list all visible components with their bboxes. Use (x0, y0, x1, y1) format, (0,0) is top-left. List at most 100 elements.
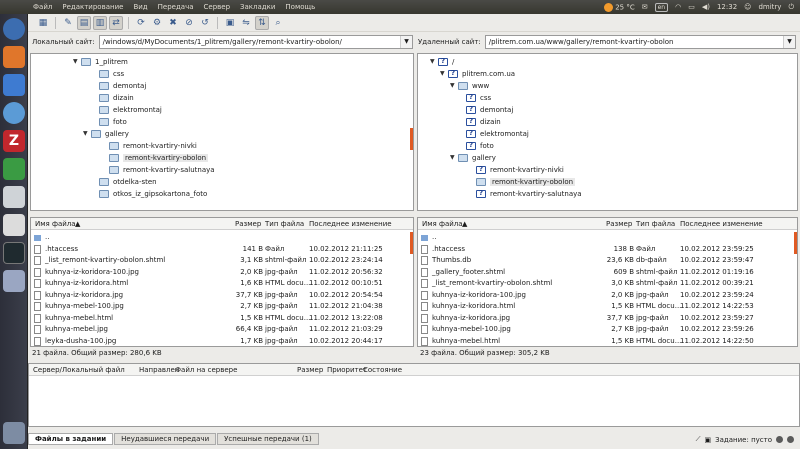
tree-node[interactable]: otkos_iz_gipsokartona_foto (91, 188, 207, 199)
tree-node[interactable]: foto (458, 140, 494, 151)
column-direction[interactable]: Направлен (139, 366, 179, 374)
tree-node-selected[interactable]: remont-kvartiry-obolon (101, 152, 209, 163)
power-icon[interactable]: ⏻ (788, 3, 794, 12)
wifi-icon[interactable]: ◠ (675, 3, 681, 11)
column-server-local-file[interactable]: Сервер/Локальный файл (33, 366, 125, 374)
transfer-queue-icon[interactable]: ⇄ (109, 15, 123, 30)
file-row[interactable]: kuhnya-mebel.html 1,5 KB HTML docu... 11.02… (31, 313, 413, 325)
menu-server[interactable]: Сервер (199, 3, 236, 11)
chevron-down-icon[interactable]: ▼ (400, 36, 412, 48)
tree-node[interactable]: foto (91, 116, 127, 127)
tree-node[interactable]: demontaj (458, 104, 513, 115)
file-row[interactable]: kuhnya-iz-koridora.html 1,6 KB HTML docu..… (31, 278, 413, 290)
remote-directory-tree[interactable]: ▼/ ▼plitrem.com.ua ▼www css demontaj diz… (417, 53, 798, 211)
file-row[interactable]: kuhnya-mebel-100.jpg 2,7 KB jpg-файл 11.02.… (31, 301, 413, 313)
settings-icon[interactable] (3, 214, 25, 236)
expand-icon[interactable]: ▼ (73, 58, 81, 65)
file-row[interactable]: kuhnya-iz-koridora.html 1,5 KB HTML docu..… (418, 301, 797, 313)
process-queue-icon[interactable]: ⚙ (150, 16, 164, 30)
weather-indicator[interactable]: 25 °C (604, 2, 635, 12)
tab-successful-transfers[interactable]: Успешные передачи (1) (217, 433, 319, 445)
chevron-down-icon[interactable]: ▼ (783, 36, 795, 48)
home-icon[interactable] (3, 18, 25, 40)
column-size[interactable]: Размер (606, 220, 632, 228)
column-status[interactable]: Состояние (363, 366, 402, 374)
local-tree-icon[interactable]: ▤ (77, 15, 91, 30)
sync-browse-icon[interactable]: ⇅ (255, 15, 269, 30)
tree-node[interactable]: css (91, 68, 124, 79)
disconnect-icon[interactable]: ⊘ (182, 16, 196, 30)
local-file-list[interactable]: Имя файла ▲ Размер Тип файла Последнее и… (30, 217, 414, 347)
file-row[interactable]: kuhnya-iz-koridora-100.jpg 2,0 KB jpg-файл… (31, 267, 413, 279)
refresh-icon[interactable]: ⟳ (134, 16, 148, 30)
menu-help[interactable]: Помощь (280, 3, 320, 11)
column-size[interactable]: Размер (297, 366, 323, 374)
file-row[interactable]: kuhnya-mebel-100.jpg 2,7 KB jpg-файл 10.02.… (418, 324, 797, 336)
file-row[interactable]: Thumbs.db 23,6 KB db-файл 10.02.2012 23:59:… (418, 255, 797, 267)
expand-icon[interactable]: ▼ (450, 82, 458, 89)
column-type[interactable]: Тип файла (636, 220, 675, 228)
column-name[interactable]: Имя файла (35, 220, 76, 228)
spreadsheet-icon[interactable] (3, 158, 25, 180)
tree-node[interactable]: otdelka-sten (91, 176, 157, 187)
tree-node[interactable]: remont-kvartiry-salutnaya (101, 164, 215, 175)
files-icon[interactable] (3, 46, 25, 68)
column-modified[interactable]: Последнее изменение (309, 220, 392, 228)
tree-node[interactable]: remont-kvartiry-salutnaya (468, 188, 582, 199)
reconnect-icon[interactable]: ↺ (198, 16, 212, 30)
column-type[interactable]: Тип файла (265, 220, 304, 228)
trash-icon[interactable] (3, 422, 25, 444)
tree-node[interactable]: demontaj (91, 80, 146, 91)
site-manager-icon[interactable]: ▦ (36, 16, 50, 30)
column-modified[interactable]: Последнее изменение (680, 220, 763, 228)
column-size[interactable]: Размер (235, 220, 261, 228)
expand-icon[interactable]: ▼ (440, 70, 448, 77)
tree-node-selected[interactable]: remont-kvartiry-obolon (468, 176, 576, 187)
tree-scrollbar[interactable] (410, 128, 413, 150)
file-row[interactable]: .htaccess 141 B Файл 10.02.2012 21:11:25 (31, 244, 413, 256)
remote-tree-icon[interactable]: ▥ (93, 15, 107, 30)
window-icon[interactable] (3, 270, 25, 292)
file-row[interactable]: kuhnya-mebel.html 1,5 KB HTML docu... 11.02… (418, 336, 797, 347)
list-scrollbar[interactable] (410, 232, 413, 254)
browser-icon[interactable] (3, 102, 25, 124)
tree-node[interactable]: ▼plitrem.com.ua (440, 68, 515, 79)
column-priority[interactable]: Приоритет (327, 366, 367, 374)
file-row[interactable]: _list_remont-kvartiry-obolon.shtml 3,0 KB… (418, 278, 797, 290)
compare-icon[interactable]: ⇋ (239, 16, 253, 30)
tree-node[interactable]: dizain (458, 116, 501, 127)
terminal-icon[interactable] (3, 242, 25, 264)
file-row[interactable]: .htaccess 138 B Файл 10.02.2012 23:59:25 (418, 244, 797, 256)
column-name[interactable]: Имя файла (422, 220, 463, 228)
tree-node[interactable]: ▼/ (430, 56, 454, 67)
file-row[interactable]: .. (31, 232, 413, 244)
tree-node[interactable]: elektromontaj (458, 128, 529, 139)
remote-site-path-input[interactable]: /plitrem.com.ua/www/gallery/remont-kvart… (484, 35, 796, 49)
text-editor-icon[interactable] (3, 186, 25, 208)
file-row[interactable]: kuhnya-mebel.jpg 66,4 KB jpg-файл 11.02.201… (31, 324, 413, 336)
expand-icon[interactable]: ▼ (83, 130, 91, 137)
local-directory-tree[interactable]: ▼ 1_plitrem css demontaj dizain elektromo… (30, 53, 414, 211)
tree-node[interactable]: css (458, 92, 491, 103)
mail-icon[interactable]: ✉ (642, 3, 648, 11)
tab-failed-transfers[interactable]: Неудавшиеся передачи (114, 433, 217, 445)
menu-file[interactable]: Файл (28, 3, 57, 11)
list-scrollbar[interactable] (794, 232, 797, 254)
thunderbird-icon[interactable] (3, 74, 25, 96)
tab-queued-files[interactable]: Файлы в задании (28, 433, 114, 445)
volume-icon[interactable]: ◀) (702, 3, 710, 11)
local-site-path-input[interactable]: /windows/d/MyDocuments/1_plitrem/gallery… (98, 35, 413, 49)
remote-file-list[interactable]: Имя файла ▲ Размер Тип файла Последнее и… (417, 217, 798, 347)
tree-node[interactable]: ▼ www (450, 80, 489, 91)
keyboard-layout[interactable]: en (654, 2, 669, 12)
filter-icon[interactable]: ▣ (223, 16, 237, 30)
file-row[interactable]: leyka-dusha-100.jpg 1,7 KB jpg-файл 10.02.2… (31, 336, 413, 347)
message-log-icon[interactable]: ✎ (61, 16, 75, 30)
expand-icon[interactable]: ▼ (450, 154, 458, 161)
file-row[interactable]: kuhnya-iz-koridora.jpg 37,7 KB jpg-файл 10.… (418, 313, 797, 325)
file-row[interactable]: _gallery_footer.shtml 609 Bshtml-файл 11.0… (418, 267, 797, 279)
column-remote-file[interactable]: Файл на сервере (175, 366, 237, 374)
tree-node[interactable]: ▼ 1_plitrem (73, 56, 128, 67)
menu-view[interactable]: Вид (128, 3, 152, 11)
tree-node[interactable]: ▼ gallery (83, 128, 129, 139)
